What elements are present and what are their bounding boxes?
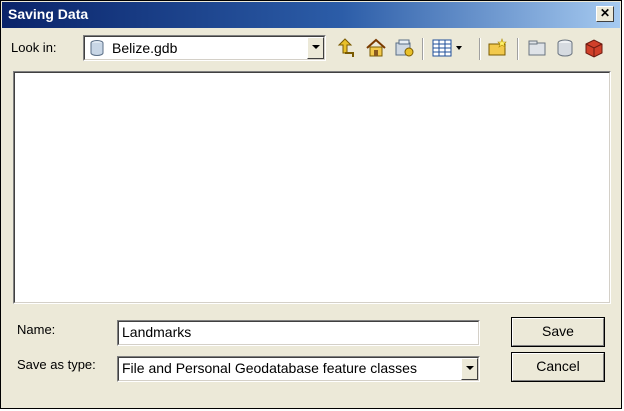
save-button[interactable]: Save <box>511 317 605 347</box>
save-as-type-dropdown[interactable]: File and Personal Geodatabase feature cl… <box>117 356 480 382</box>
saving-data-dialog: Saving Data ✕ Look in: Belize.gdb Name: … <box>0 0 622 409</box>
home-icon[interactable] <box>365 37 387 59</box>
new-enterprise-geodatabase-icon[interactable] <box>583 37 605 59</box>
save-as-type-dropdown-button[interactable] <box>461 358 478 380</box>
close-button[interactable]: ✕ <box>596 6 614 22</box>
save-as-type-label: Save as type: <box>17 357 96 372</box>
window-title: Saving Data <box>8 6 89 22</box>
new-file-geodatabase-icon[interactable] <box>526 37 548 59</box>
cancel-button[interactable]: Cancel <box>511 352 605 382</box>
look-in-dropdown-button[interactable] <box>307 37 324 59</box>
look-in-value: Belize.gdb <box>112 40 178 56</box>
cancel-button-label: Cancel <box>536 358 580 374</box>
view-menu-icon[interactable] <box>431 37 465 59</box>
look-in-label: Look in: <box>11 40 57 55</box>
geodatabase-icon <box>90 40 104 59</box>
connect-folder-icon[interactable] <box>393 37 415 59</box>
title-bar[interactable]: Saving Data ✕ <box>2 2 620 28</box>
save-as-type-value: File and Personal Geodatabase feature cl… <box>122 360 417 376</box>
name-input[interactable]: Landmarks <box>117 320 480 346</box>
name-input-value: Landmarks <box>122 324 192 340</box>
new-personal-geodatabase-icon[interactable] <box>554 37 576 59</box>
save-button-label: Save <box>542 323 574 339</box>
up-one-level-icon[interactable] <box>335 37 357 59</box>
new-folder-icon[interactable] <box>487 37 509 59</box>
file-list-view[interactable] <box>13 71 611 304</box>
name-label: Name: <box>17 322 56 337</box>
look-in-dropdown[interactable]: Belize.gdb <box>83 35 326 61</box>
